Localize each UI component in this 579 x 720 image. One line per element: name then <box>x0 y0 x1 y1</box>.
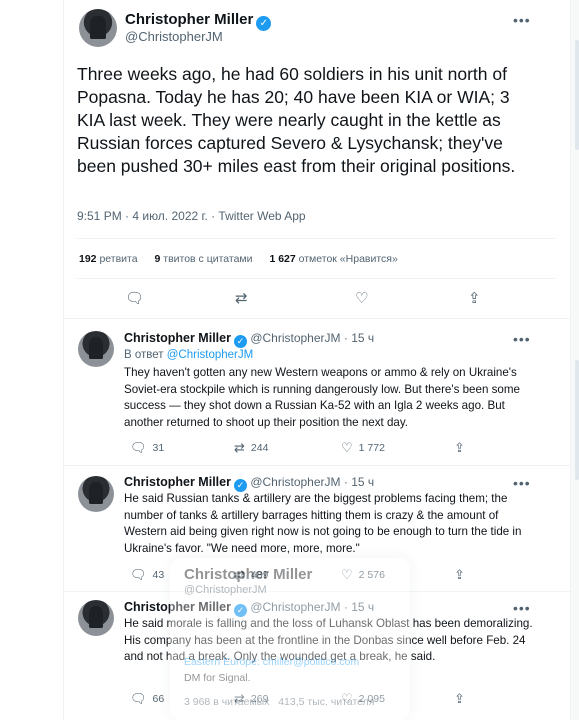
retweet-stat[interactable]: 192 ретвита <box>79 253 138 265</box>
share-icon[interactable]: ⇪ <box>468 289 481 307</box>
author-name[interactable]: Christopher Miller <box>124 331 231 345</box>
divider <box>77 238 555 239</box>
like-icon: ♡ <box>341 440 353 455</box>
reply-button[interactable]: 🗨 31 <box>130 440 164 456</box>
avatar[interactable] <box>78 600 114 636</box>
hover-card-handle: @ChristopherJM <box>184 584 267 596</box>
reply-header: Christopher Miller ✓ @ChristopherJM · 15 … <box>124 475 374 492</box>
quote-stat[interactable]: 9 твитов с цитатами <box>155 253 253 265</box>
reply-icon[interactable]: 🗨 <box>125 289 144 307</box>
avatar[interactable] <box>79 9 117 47</box>
replying-to: В ответ @ChristopherJM <box>124 349 254 361</box>
more-options-icon[interactable]: ••• <box>513 475 531 491</box>
reply-button[interactable]: 🗨 43 <box>130 567 164 583</box>
reply-icon: 🗨 <box>130 691 147 706</box>
reply-time[interactable]: · 15 ч <box>344 331 374 345</box>
tweet-text: Three weeks ago, he had 60 soldiers in h… <box>77 64 516 176</box>
retweet-button[interactable]: ⇄ 244 <box>234 440 268 456</box>
hover-card-follow-stats: 3 968 в читаемых 413,5 тыс. читателя <box>184 696 375 708</box>
share-button[interactable]: ⇪ <box>454 440 471 456</box>
like-stat[interactable]: 1 627 отметок «Нравится» <box>269 253 397 265</box>
author-handle[interactable]: @ChristopherJM <box>250 331 340 345</box>
reply-header: Christopher Miller ✓ @ChristopherJM · 15 … <box>124 331 374 348</box>
scrollbar-thumb[interactable] <box>575 40 579 150</box>
retweet-icon: ⇄ <box>234 440 245 455</box>
like-icon[interactable]: ♡ <box>355 289 368 307</box>
tweet-actions: 🗨 ⇄ ♡ ⇪ <box>77 289 555 309</box>
hover-card-bio: Eastern Europe: cmiller@politico.com <box>184 656 360 668</box>
reply-icon: 🗨 <box>130 567 147 582</box>
profile-hover-card: Christopher Miller @ChristopherJM Easter… <box>170 558 410 720</box>
share-icon: ⇪ <box>454 691 465 706</box>
retweet-icon[interactable]: ⇄ <box>235 289 248 307</box>
share-button[interactable]: ⇪ <box>454 567 471 583</box>
verified-badge-icon: ✓ <box>233 335 247 348</box>
avatar[interactable] <box>78 331 114 367</box>
scrollbar-thumb-secondary[interactable] <box>575 360 579 480</box>
reply-button[interactable]: 🗨 66 <box>130 691 164 707</box>
reply-tweet[interactable]: Christopher Miller ✓ @ChristopherJM · 15 … <box>63 319 571 466</box>
author-handle[interactable]: @ChristopherJM <box>250 475 340 489</box>
more-options-icon[interactable]: ••• <box>513 12 531 28</box>
more-options-icon[interactable]: ••• <box>513 600 531 616</box>
verified-badge-icon: ✓ <box>256 16 272 31</box>
reply-text: They haven't gotten any new Western weap… <box>124 366 520 429</box>
tweet-timestamp[interactable]: 9:51 PM · 4 июл. 2022 г. · Twitter Web A… <box>77 209 306 223</box>
more-options-icon[interactable]: ••• <box>513 331 531 347</box>
like-button[interactable]: ♡ 1 772 <box>341 440 385 456</box>
hover-card-name: Christopher Miller <box>184 566 313 583</box>
author-handle[interactable]: @ChristopherJM <box>125 29 223 44</box>
share-icon: ⇪ <box>454 567 465 582</box>
reply-to-link[interactable]: @ChristopherJM <box>167 349 253 361</box>
author-name-row[interactable]: Christopher Miller ✓ <box>125 11 272 31</box>
reply-icon: 🗨 <box>130 440 147 455</box>
share-icon: ⇪ <box>454 440 465 455</box>
reply-text: He said Russian tanks & artillery are th… <box>124 492 522 555</box>
share-button[interactable]: ⇪ <box>454 691 471 707</box>
tweet-stats: 192 ретвита 9 твитов с цитатами 1 627 от… <box>79 253 398 265</box>
divider <box>77 278 555 279</box>
reply-time[interactable]: · 15 ч <box>344 475 374 489</box>
avatar[interactable] <box>78 476 114 512</box>
reply-actions: 🗨 31 ⇄ 244 ♡ 1 772 ⇪ <box>124 440 544 456</box>
author-name[interactable]: Christopher Miller <box>125 11 253 28</box>
hover-card-bio-2: DM for Signal. <box>184 672 251 684</box>
author-name[interactable]: Christopher Miller <box>124 475 231 489</box>
